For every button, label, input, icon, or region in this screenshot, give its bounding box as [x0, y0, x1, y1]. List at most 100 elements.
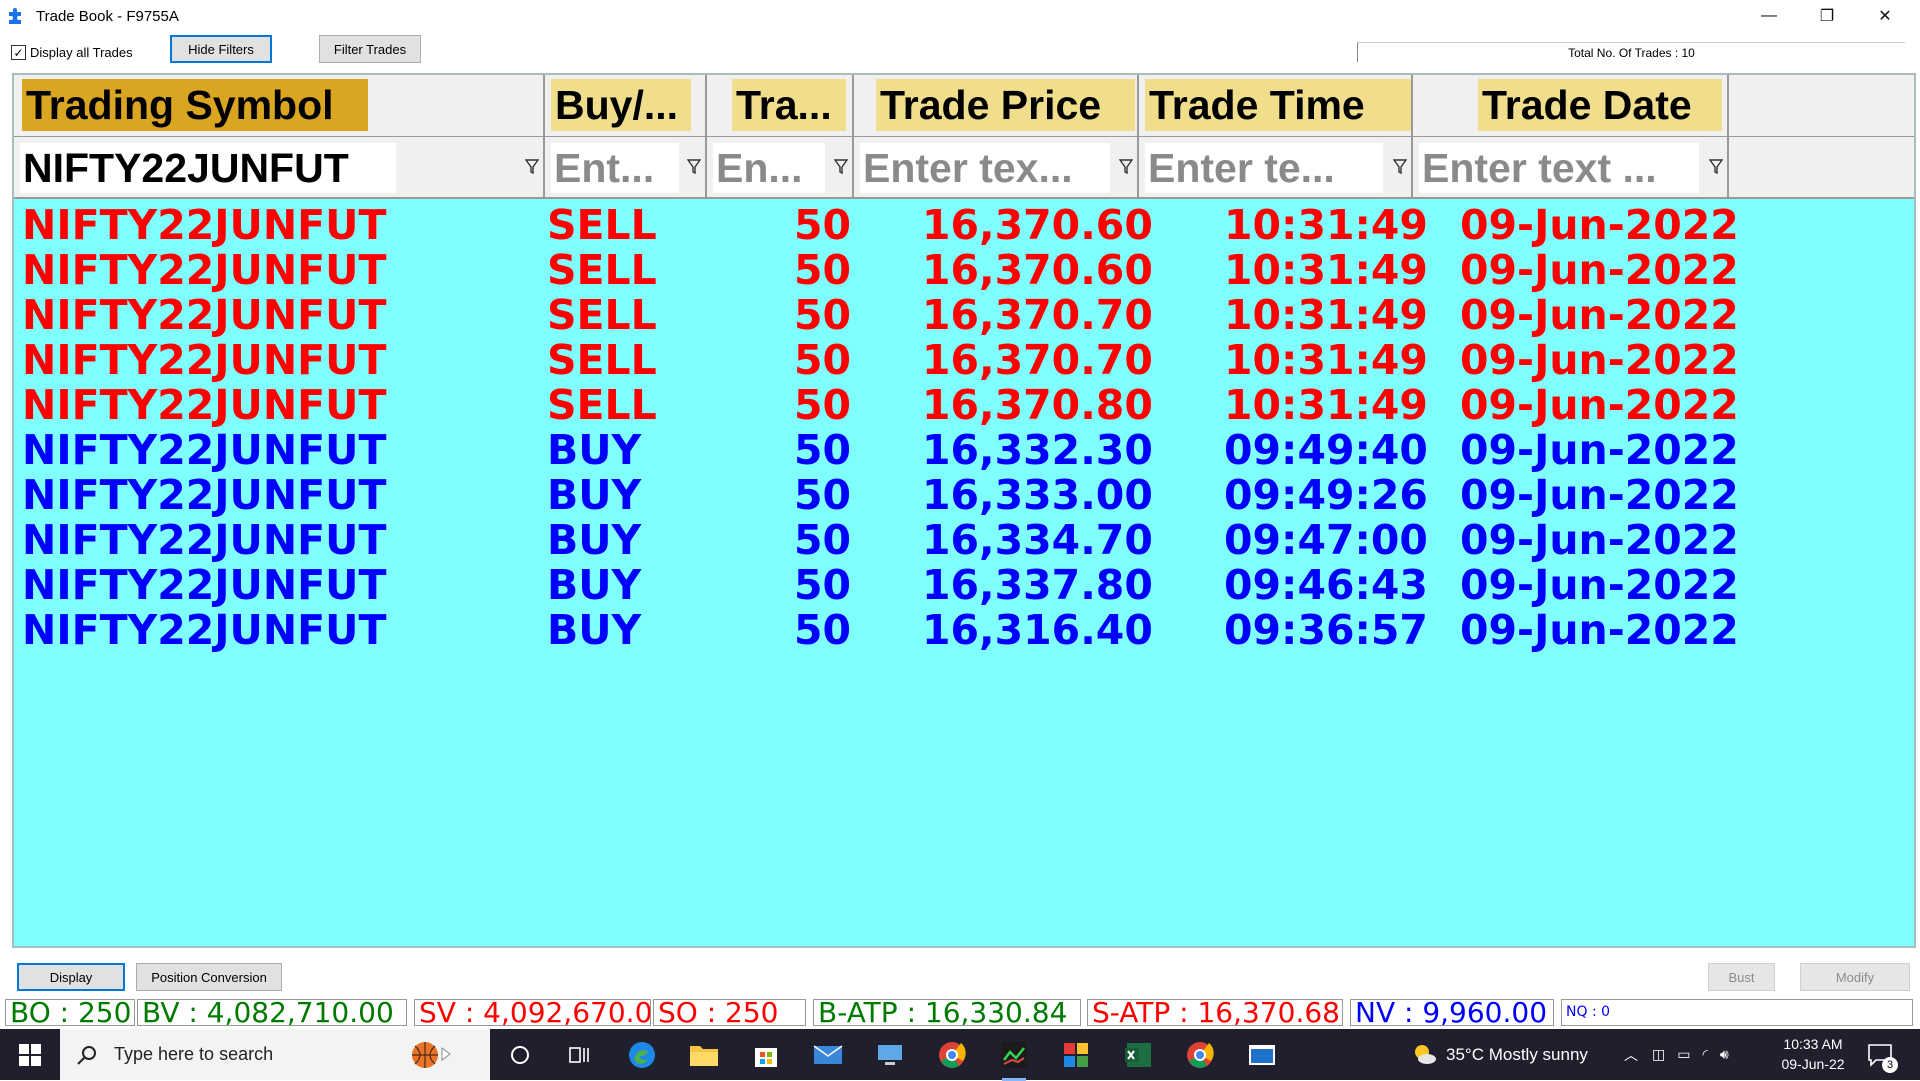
search-placeholder: Type here to search — [114, 1044, 274, 1064]
edge-browser-icon[interactable] — [624, 1037, 660, 1073]
clock-time: 10:33 AM — [1783, 1036, 1843, 1052]
table-row[interactable]: NIFTY22JUNFUT BUY 50 16,332.30 09:49:40 … — [14, 428, 1914, 473]
restore-button[interactable]: ❐ — [1798, 0, 1856, 32]
trading-terminal-icon[interactable] — [996, 1037, 1032, 1081]
display-all-checkbox[interactable]: ✓ — [11, 45, 26, 60]
notifications-icon[interactable]: 3 — [1862, 1037, 1898, 1073]
hide-filters-button[interactable]: Hide Filters — [170, 35, 272, 63]
microsoft-store-icon[interactable] — [748, 1037, 784, 1073]
filter-cell-trade-price: Enter tex... — [854, 137, 1139, 199]
cell-time: 10:31:49 — [1224, 246, 1428, 294]
column-header-trading-symbol[interactable]: Trading Symbol — [14, 75, 545, 137]
cell-side: BUY — [547, 516, 642, 564]
filter-cell-buy-sell: Ent... — [545, 137, 707, 199]
column-header-trade-time[interactable]: Trade Time — [1139, 75, 1413, 137]
taskbar-search-box[interactable]: Type here to search — [60, 1029, 490, 1080]
filter-trades-button[interactable]: Filter Trades — [319, 35, 421, 63]
column-label: Trade Date — [1478, 79, 1722, 131]
volume-icon[interactable]: 🔊︎ — [1720, 1046, 1729, 1063]
windows-taskbar: Type here to search 35°C Mostly sunny ︿ … — [0, 1029, 1920, 1081]
app-puzzle-icon — [9, 8, 21, 24]
bust-button[interactable]: Bust — [1708, 963, 1775, 991]
filter-input-trade-qty[interactable]: En... — [713, 143, 825, 193]
display-button[interactable]: Display — [17, 963, 125, 991]
cortana-icon[interactable] — [502, 1037, 538, 1073]
chrome-profile-icon[interactable] — [1182, 1037, 1218, 1073]
chrome-icon[interactable] — [934, 1037, 970, 1073]
cell-time: 10:31:49 — [1224, 381, 1428, 429]
table-row[interactable]: NIFTY22JUNFUT SELL 50 16,370.70 10:31:49… — [14, 338, 1914, 383]
filter-cell-trade-date: Enter text ... — [1413, 137, 1729, 199]
table-row[interactable]: NIFTY22JUNFUT SELL 50 16,370.80 10:31:49… — [14, 383, 1914, 428]
cell-side: BUY — [547, 471, 642, 519]
table-row[interactable]: NIFTY22JUNFUT BUY 50 16,333.00 09:49:26 … — [14, 473, 1914, 518]
close-icon: ✕ — [1878, 8, 1892, 25]
cell-date: 09-Jun-2022 — [1460, 606, 1739, 654]
weather-widget[interactable]: 35°C Mostly sunny — [1412, 1029, 1588, 1080]
filter-funnel-icon[interactable] — [834, 159, 848, 175]
cell-side: SELL — [547, 246, 657, 294]
cell-time: 10:31:49 — [1224, 336, 1428, 384]
table-row[interactable]: NIFTY22JUNFUT BUY 50 16,337.80 09:46:43 … — [14, 563, 1914, 608]
cell-qty: 50 — [794, 291, 852, 339]
filter-input-trade-price[interactable]: Enter tex... — [860, 143, 1110, 193]
app-tiles-icon[interactable] — [1058, 1037, 1094, 1073]
table-row[interactable]: NIFTY22JUNFUT SELL 50 16,370.60 10:31:49… — [14, 203, 1914, 248]
show-hidden-icons-chevron-icon[interactable]: ︿ — [1624, 1045, 1638, 1065]
cell-date: 09-Jun-2022 — [1460, 471, 1739, 519]
filter-input-trading-symbol[interactable]: NIFTY22JUNFUT — [20, 143, 396, 193]
system-tray-icons: ︿ ◫ ▭ ◜ 🔊︎ — [1624, 1029, 1729, 1080]
cell-time: 09:49:26 — [1224, 471, 1428, 519]
status-bar: BO : 250 BV : 4,082,710.00 SV : 4,092,67… — [0, 997, 1920, 1027]
table-row[interactable]: NIFTY22JUNFUT SELL 50 16,370.70 10:31:49… — [14, 293, 1914, 338]
close-button[interactable]: ✕ — [1856, 0, 1914, 32]
task-view-icon[interactable] — [562, 1037, 598, 1073]
modify-button[interactable]: Modify — [1800, 963, 1910, 991]
filter-funnel-icon[interactable] — [1709, 159, 1723, 175]
cell-date: 09-Jun-2022 — [1460, 201, 1739, 249]
column-label: Trading Symbol — [22, 79, 368, 131]
table-row[interactable]: NIFTY22JUNFUT SELL 50 16,370.60 10:31:49… — [14, 248, 1914, 293]
window-app-icon[interactable] — [1244, 1037, 1280, 1073]
column-header-trade-price[interactable]: Trade Price — [854, 75, 1139, 137]
cell-symbol: NIFTY22JUNFUT — [22, 201, 387, 249]
cell-time: 10:31:49 — [1224, 291, 1428, 339]
column-header-trade-qty[interactable]: Tra... — [707, 75, 854, 137]
trade-book-window: Trade Book - F9755A — ❐ ✕ ✓ Display all … — [0, 0, 1920, 1029]
cell-time: 09:47:00 — [1224, 516, 1428, 564]
file-explorer-icon[interactable] — [686, 1037, 722, 1073]
status-buy-value: BV : 4,082,710.00 — [137, 999, 407, 1026]
status-net-quantity: NQ : 0 — [1561, 999, 1913, 1026]
filter-funnel-icon[interactable] — [687, 159, 701, 175]
filter-funnel-icon[interactable] — [1393, 159, 1407, 175]
minimize-button[interactable]: — — [1740, 0, 1798, 32]
filter-cell-trade-qty: En... — [707, 137, 854, 199]
wifi-icon[interactable]: ◜ — [1702, 1046, 1707, 1063]
column-header-trade-date[interactable]: Trade Date — [1413, 75, 1729, 137]
cell-qty: 50 — [794, 336, 852, 384]
battery-icon[interactable]: ▭ — [1677, 1046, 1690, 1063]
position-conversion-button[interactable]: Position Conversion — [136, 963, 282, 991]
cell-symbol: NIFTY22JUNFUT — [22, 516, 387, 564]
filter-funnel-icon[interactable] — [1119, 159, 1133, 175]
filter-funnel-icon[interactable] — [525, 159, 539, 175]
taskbar-clock[interactable]: 10:33 AM 09-Jun-22 — [1768, 1034, 1858, 1074]
filter-input-trade-date[interactable]: Enter text ... — [1419, 143, 1699, 193]
notification-count-badge: 3 — [1882, 1057, 1898, 1073]
cell-time: 10:31:49 — [1224, 201, 1428, 249]
table-row[interactable]: NIFTY22JUNFUT BUY 50 16,334.70 09:47:00 … — [14, 518, 1914, 563]
start-button[interactable] — [0, 1029, 60, 1080]
restore-icon: ❐ — [1819, 8, 1835, 25]
cell-qty: 50 — [794, 381, 852, 429]
remote-desktop-icon[interactable] — [872, 1037, 908, 1073]
table-row[interactable]: NIFTY22JUNFUT BUY 50 16,316.40 09:36:57 … — [14, 608, 1914, 653]
meet-now-icon[interactable]: ◫ — [1652, 1046, 1665, 1063]
filter-input-trade-time[interactable]: Enter te... — [1145, 143, 1383, 193]
toolbar: ✓ Display all Trades Hide Filters Filter… — [0, 33, 1920, 71]
weather-text: 35°C Mostly sunny — [1446, 1044, 1588, 1064]
filter-input-buy-sell[interactable]: Ent... — [551, 143, 679, 193]
mail-icon[interactable] — [810, 1037, 846, 1073]
excel-icon[interactable] — [1120, 1037, 1156, 1073]
column-header-buy-sell[interactable]: Buy/... — [545, 75, 707, 137]
cell-symbol: NIFTY22JUNFUT — [22, 606, 387, 654]
